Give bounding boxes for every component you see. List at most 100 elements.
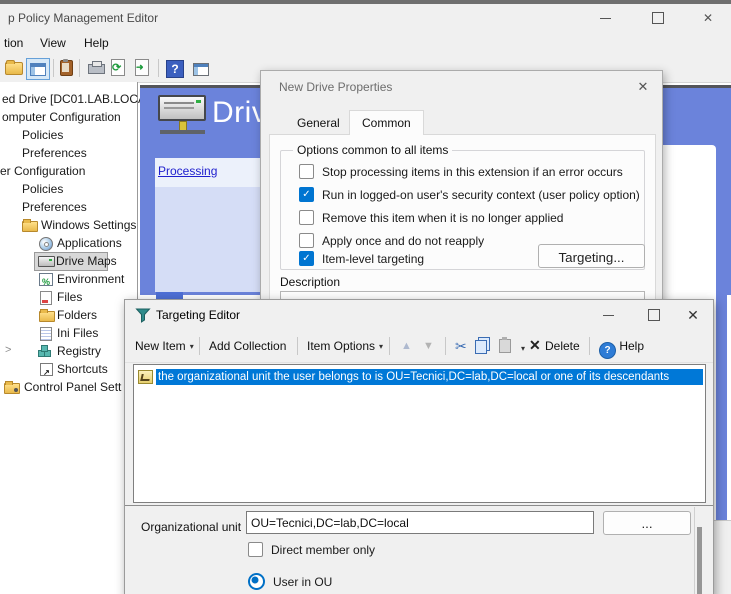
- tree-item-preferences[interactable]: Preferences: [0, 145, 137, 162]
- move-down-icon[interactable]: ▼: [423, 337, 434, 355]
- item-options-button[interactable]: Item Options▾: [307, 337, 383, 355]
- tree-item-windows-settings[interactable]: Windows Settings: [0, 217, 137, 234]
- toolbar-separator: [199, 337, 200, 355]
- checkbox-checked[interactable]: ✓: [299, 251, 314, 266]
- processing-link[interactable]: Processing: [158, 164, 217, 178]
- console-tree-icon: [30, 63, 46, 76]
- paste-dropdown-icon[interactable]: ▾: [521, 340, 525, 358]
- checkbox-checked[interactable]: ✓: [299, 187, 314, 202]
- tree-item-preferences[interactable]: Preferences: [0, 199, 137, 216]
- option-item-level-targeting[interactable]: ✓ Item-level targeting: [299, 251, 424, 266]
- tree-item-drive-maps[interactable]: Drive Maps: [0, 253, 137, 270]
- tree-item-applications[interactable]: Applications: [0, 235, 137, 252]
- user-in-ou-option[interactable]: User in OU: [248, 573, 332, 590]
- show-window-button[interactable]: [190, 59, 208, 77]
- option-run-in-user-context[interactable]: ✓ Run in logged-on user's security conte…: [299, 187, 640, 202]
- drive-maps-banner-icon: [158, 93, 208, 139]
- export-list-icon[interactable]: ➜: [135, 59, 149, 76]
- tree-item-policies[interactable]: Policies: [0, 181, 137, 198]
- targeting-editor-titlebar[interactable]: Targeting Editor ✕: [125, 300, 713, 330]
- delete-x-icon[interactable]: ✕: [529, 336, 541, 354]
- direct-member-only-option[interactable]: Direct member only: [248, 542, 375, 557]
- show-console-tree-button[interactable]: [26, 58, 50, 80]
- close-icon: ✕: [703, 11, 713, 25]
- checkbox-unchecked[interactable]: [299, 233, 314, 248]
- checkbox-unchecked[interactable]: [299, 164, 314, 179]
- main-titlebar[interactable]: p Policy Management Editor ✕: [0, 4, 731, 32]
- paste-icon[interactable]: [499, 337, 511, 355]
- checkbox-unchecked[interactable]: [299, 210, 314, 225]
- targeting-items-list[interactable]: the organizational unit the user belongs…: [133, 364, 706, 503]
- add-collection-button[interactable]: Add Collection: [209, 337, 286, 355]
- form-scrollbar[interactable]: [694, 507, 705, 594]
- option-remove-when-not-applied[interactable]: Remove this item when it is no longer ap…: [299, 210, 563, 225]
- browse-button[interactable]: ...: [603, 511, 691, 535]
- maximize-button[interactable]: [641, 4, 675, 32]
- cut-icon[interactable]: ✂: [455, 337, 467, 355]
- tree-item-shortcuts[interactable]: ↗ Shortcuts: [0, 361, 137, 378]
- tree-item-environment[interactable]: % Environment: [0, 271, 137, 288]
- organizational-unit-input[interactable]: [246, 511, 594, 534]
- option-label: Run in logged-on user's security context…: [322, 188, 640, 202]
- control-panel-folder-icon: [4, 383, 20, 394]
- te-minimize-button[interactable]: [591, 301, 625, 329]
- close-icon: ✕: [687, 307, 699, 324]
- menu-action[interactable]: tion: [0, 36, 27, 50]
- screen: p Policy Management Editor ✕ tion View H…: [0, 0, 731, 594]
- checkbox-unchecked[interactable]: [248, 542, 263, 557]
- tree-item-folders[interactable]: Folders: [0, 307, 137, 324]
- help-button[interactable]: ? Help: [599, 337, 644, 355]
- targeting-item-row[interactable]: the organizational unit the user belongs…: [136, 368, 703, 385]
- option-stop-processing[interactable]: Stop processing items in this extension …: [299, 164, 623, 179]
- new-item-button[interactable]: New Item▾: [135, 337, 194, 355]
- move-up-icon[interactable]: ▲: [401, 337, 412, 355]
- toolbar-separator: [158, 59, 159, 77]
- close-button[interactable]: ✕: [691, 4, 725, 32]
- radio-selected[interactable]: [248, 573, 265, 590]
- selected-targeting-item[interactable]: the organizational unit the user belongs…: [156, 369, 703, 385]
- menu-view[interactable]: View: [36, 36, 70, 50]
- targeting-toolbar: New Item▾ Add Collection Item Options▾ ▲…: [125, 330, 713, 363]
- clipboard-icon[interactable]: [60, 60, 73, 76]
- tree-item-root[interactable]: ed Drive [DC01.LAB.LOCA: [0, 91, 137, 108]
- targeting-editor-title: Targeting Editor: [156, 308, 240, 322]
- funnel-icon: [135, 307, 151, 323]
- open-folder-icon[interactable]: [5, 62, 23, 75]
- dropdown-icon: ▾: [190, 342, 194, 351]
- tab-general[interactable]: General: [285, 113, 352, 134]
- window-icon: [193, 63, 209, 76]
- copy-icon[interactable]: [477, 337, 489, 355]
- common-tab-page: Options common to all items Stop process…: [269, 134, 656, 313]
- tree-item-ini-files[interactable]: Ini Files: [0, 325, 137, 342]
- tab-common[interactable]: Common: [349, 110, 424, 135]
- menu-help[interactable]: Help: [80, 36, 113, 50]
- scrollbar-thumb[interactable]: [697, 527, 702, 594]
- toolbar-separator: [389, 337, 390, 355]
- tree-item-registry[interactable]: > Registry: [0, 343, 137, 360]
- groupbox-label: Options common to all items: [293, 143, 452, 157]
- expander-icon[interactable]: >: [5, 344, 11, 356]
- list-selection-sliver: [156, 292, 183, 299]
- te-maximize-button[interactable]: [637, 301, 671, 329]
- tree-item-user-configuration[interactable]: er Configuration: [0, 163, 137, 180]
- option-label: Item-level targeting: [322, 252, 424, 266]
- dialog-close-button[interactable]: ✕: [629, 76, 657, 98]
- new-drive-properties-dialog: New Drive Properties ✕ General Common Op…: [260, 70, 663, 312]
- refresh-icon[interactable]: ⟳: [111, 59, 125, 76]
- tree-item-computer-configuration[interactable]: omputer Configuration: [0, 109, 137, 126]
- cd-icon: [39, 237, 53, 251]
- help-icon[interactable]: ?: [166, 60, 184, 78]
- organizational-unit-item-icon: [138, 370, 153, 384]
- tree-item-control-panel-settings[interactable]: Control Panel Sett: [0, 379, 137, 396]
- te-close-button[interactable]: ✕: [676, 301, 710, 329]
- tree-item-files[interactable]: Files: [0, 289, 137, 306]
- minimize-icon: [603, 315, 614, 316]
- minimize-button[interactable]: [588, 4, 622, 32]
- print-icon[interactable]: [88, 64, 105, 74]
- ini-files-icon: [40, 327, 52, 341]
- toolbar-separator: [53, 59, 54, 77]
- targeting-button[interactable]: Targeting...: [538, 244, 645, 268]
- delete-button[interactable]: Delete: [545, 337, 580, 355]
- tree-item-policies[interactable]: Policies: [0, 127, 137, 144]
- option-apply-once[interactable]: Apply once and do not reapply: [299, 233, 484, 248]
